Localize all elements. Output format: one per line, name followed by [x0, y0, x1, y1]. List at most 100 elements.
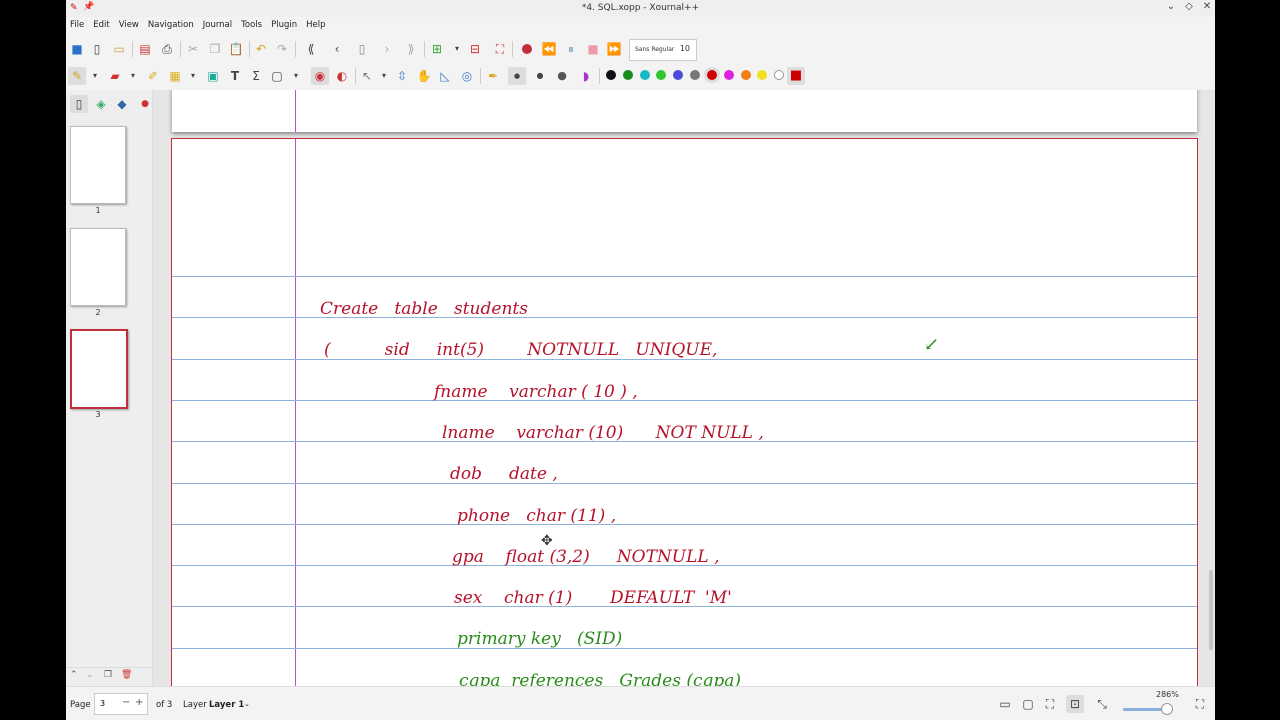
setsquare-icon[interactable]: ◺ — [436, 67, 454, 85]
export-pdf-icon[interactable]: ▤ — [136, 40, 154, 58]
cut-icon[interactable]: ✂ — [184, 40, 202, 58]
color-black[interactable] — [606, 70, 616, 80]
vertical-scrollbar[interactable] — [1209, 570, 1213, 650]
page-decrement-icon[interactable]: − — [122, 697, 130, 708]
previous-page-icon[interactable]: ‹ — [328, 40, 346, 58]
print-icon[interactable]: ⎙ — [158, 40, 176, 58]
menu-edit[interactable]: Edit — [89, 17, 114, 33]
rewind-icon[interactable]: ⏪ — [540, 40, 558, 58]
fine-size-icon[interactable]: ● — [508, 67, 526, 85]
insert-page-icon[interactable]: ⊞ — [428, 40, 446, 58]
ruler-icon[interactable]: ◉ — [311, 67, 329, 85]
default-tool-icon[interactable]: ✒ — [484, 67, 502, 85]
handwritten-line: primary key (SID) — [457, 629, 623, 650]
color-gray[interactable] — [690, 70, 700, 80]
highlighter-tool-icon[interactable]: ✐ — [144, 67, 162, 85]
rectangle-tool-icon[interactable]: ▢ — [268, 67, 286, 85]
layer-selector[interactable]: Layer 1 — [209, 700, 244, 710]
color-blue[interactable] — [673, 70, 683, 80]
current-page[interactable]: Create table students ( sid int(5) NOTNUL… — [171, 138, 1198, 686]
menu-plugin[interactable]: Plugin — [267, 17, 302, 33]
menu-navigation[interactable]: Navigation — [144, 17, 199, 33]
copy-icon[interactable]: ❐ — [206, 40, 224, 58]
first-page-icon[interactable]: ⟪ — [302, 40, 320, 58]
pen-tool-icon[interactable]: ✎ — [68, 67, 86, 85]
color-magenta[interactable] — [724, 70, 734, 80]
page-number-input[interactable]: 3 − + — [94, 693, 148, 715]
layers-icon[interactable]: ◈ — [92, 95, 110, 113]
redo-icon[interactable]: ↷ — [273, 40, 291, 58]
page-thumbnail-3[interactable] — [70, 329, 128, 409]
undo-icon[interactable]: ↶ — [252, 40, 270, 58]
fill-icon[interactable]: ◗ — [577, 67, 595, 85]
move-page-down-icon[interactable]: ⌄ — [86, 670, 94, 680]
close-sidebar-icon[interactable]: ● — [136, 95, 154, 113]
close-icon[interactable]: ✕ — [1201, 1, 1213, 12]
fullscreen-icon[interactable]: ⛶ — [491, 40, 509, 58]
layer-dropdown-icon[interactable]: ⌄ — [244, 700, 250, 708]
page-thumbnail-2[interactable] — [70, 228, 126, 306]
insert-page-dropdown-icon[interactable]: ▾ — [448, 40, 466, 58]
delete-page-icon[interactable]: 🗑 — [121, 670, 132, 680]
presentation-icon[interactable]: ▢ — [1019, 695, 1037, 713]
page-preview-icon[interactable]: ▯ — [70, 95, 88, 113]
menu-view[interactable]: View — [115, 17, 144, 33]
text-tool-icon[interactable]: T — [226, 67, 244, 85]
save-icon[interactable]: ■ — [68, 40, 86, 58]
page-increment-icon[interactable]: + — [135, 697, 143, 708]
delete-page-icon[interactable]: ⊟ — [466, 40, 484, 58]
rectangle-dropdown-icon[interactable]: ▾ — [287, 67, 305, 85]
color-green[interactable] — [623, 70, 633, 80]
minimize-icon[interactable]: ⌄ — [1165, 1, 1177, 12]
compass-icon[interactable]: ◎ — [458, 67, 476, 85]
fast-forward-icon[interactable]: ⏩ — [605, 40, 623, 58]
document-canvas[interactable]: Create table students ( sid int(5) NOTNUL… — [153, 90, 1215, 686]
select-tool-icon[interactable]: ↖ — [358, 67, 376, 85]
color-cyan[interactable] — [640, 70, 650, 80]
paste-icon[interactable]: 📋 — [227, 40, 245, 58]
shape-dropdown-icon[interactable]: ▾ — [184, 67, 202, 85]
shape-recognizer-icon[interactable]: ▦ — [166, 67, 184, 85]
goto-page-icon[interactable]: ▯ — [353, 40, 371, 58]
font-selector[interactable]: Sans Regular 10 — [629, 39, 697, 61]
copy-page-icon[interactable]: ❐ — [104, 670, 112, 680]
page-thumbnail-1[interactable] — [70, 126, 126, 204]
menu-tools[interactable]: Tools — [237, 17, 267, 33]
color-red[interactable] — [707, 70, 717, 80]
record-icon[interactable] — [522, 44, 532, 54]
custom-color-icon[interactable]: ■ — [787, 67, 805, 85]
zoom-fit-icon[interactable]: ⤡ — [1093, 695, 1111, 713]
menu-journal[interactable]: Journal — [199, 17, 237, 33]
zoom-slider-handle[interactable] — [1161, 703, 1173, 715]
pause-icon[interactable]: ⏸ — [562, 40, 580, 58]
menu-file[interactable]: File — [66, 17, 89, 33]
menu-help[interactable]: Help — [302, 17, 330, 33]
color-lime[interactable] — [656, 70, 666, 80]
new-document-icon[interactable]: ▯ — [88, 40, 106, 58]
color-white[interactable] — [774, 70, 784, 80]
select-dropdown-icon[interactable]: ▾ — [375, 67, 393, 85]
image-tool-icon[interactable]: ▣ — [204, 67, 222, 85]
snap-icon[interactable]: ◐ — [333, 67, 351, 85]
move-page-up-icon[interactable]: ⌃ — [70, 670, 78, 680]
fit-page-icon[interactable]: ⛶ — [1041, 695, 1059, 713]
last-page-icon[interactable]: ⟫ — [402, 40, 420, 58]
pen-dropdown-icon[interactable]: ▾ — [86, 67, 104, 85]
latex-tool-icon[interactable]: Σ — [247, 67, 265, 85]
medium-size-icon[interactable]: ● — [531, 67, 549, 85]
two-page-icon[interactable]: ▭ — [996, 695, 1014, 713]
maximize-icon[interactable]: ◇ — [1183, 1, 1195, 12]
color-orange[interactable] — [741, 70, 751, 80]
next-page-icon[interactable]: › — [378, 40, 396, 58]
vertical-space-icon[interactable]: ⇳ — [393, 67, 411, 85]
open-folder-icon[interactable]: ▭ — [110, 40, 128, 58]
layer-preview-icon[interactable]: ◆ — [113, 95, 131, 113]
fullscreen-toggle-icon[interactable]: ⛶ — [1191, 695, 1209, 713]
eraser-tool-icon[interactable]: ▰ — [106, 67, 124, 85]
stop-icon[interactable]: ■ — [584, 40, 602, 58]
thick-size-icon[interactable]: ● — [553, 67, 571, 85]
eraser-dropdown-icon[interactable]: ▾ — [124, 67, 142, 85]
color-yellow[interactable] — [757, 70, 767, 80]
hand-tool-icon[interactable]: ✋ — [415, 67, 433, 85]
fit-width-icon[interactable]: ⊡ — [1066, 695, 1084, 713]
